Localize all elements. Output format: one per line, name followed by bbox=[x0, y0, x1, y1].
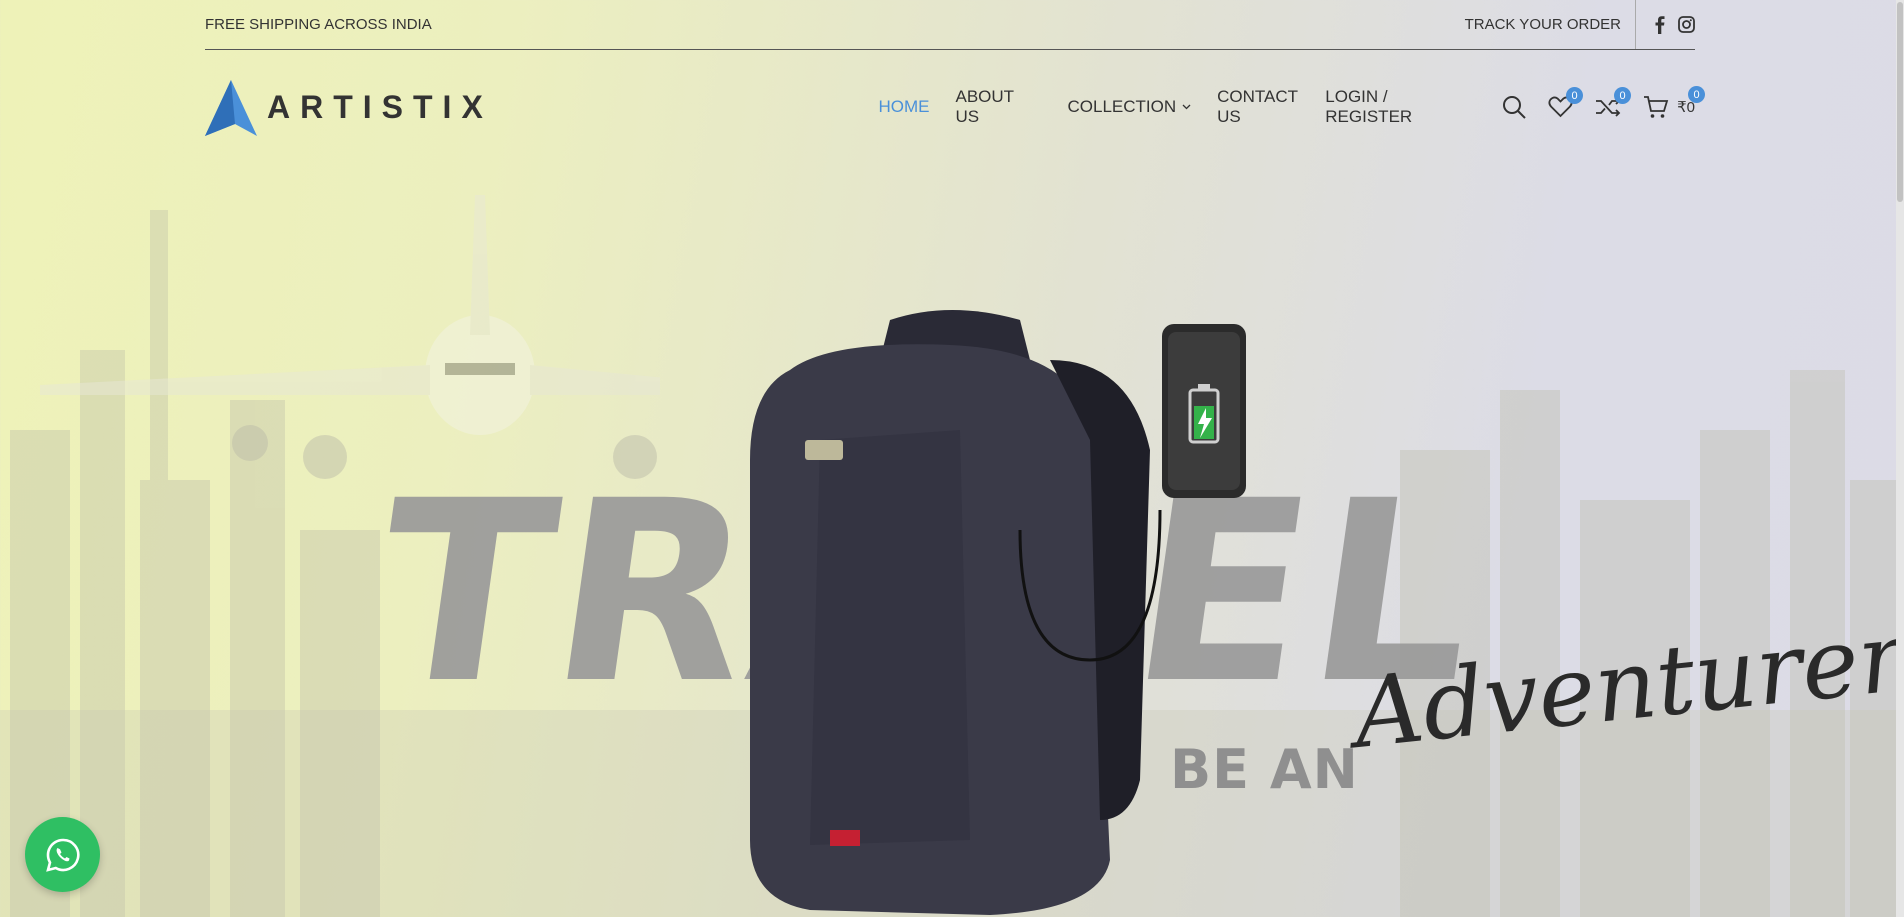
nav-about-us[interactable]: ABOUT US bbox=[956, 87, 1042, 127]
wishlist-count-badge: 0 bbox=[1566, 87, 1584, 104]
backpack-image bbox=[750, 310, 1162, 915]
logo-mark-icon bbox=[205, 80, 257, 136]
whatsapp-chat-button[interactable] bbox=[25, 817, 100, 892]
instagram-icon[interactable] bbox=[1678, 16, 1695, 33]
hero-subtitle-be-an: BE AN bbox=[1170, 738, 1359, 801]
main-navigation: ARTISTIX HOME ABOUT US COLLECTION CONTAC… bbox=[205, 72, 1705, 142]
nav-home[interactable]: HOME bbox=[879, 97, 930, 117]
header-actions: LOGIN / REGISTER 0 0 0 ₹0 bbox=[1325, 86, 1705, 127]
social-links bbox=[1636, 15, 1695, 34]
nav-collection-label: COLLECTION bbox=[1067, 97, 1177, 116]
cart-button[interactable]: 0 ₹0 bbox=[1643, 86, 1705, 119]
search-icon[interactable] bbox=[1502, 95, 1526, 119]
primary-menu: HOME ABOUT US COLLECTION CONTACT US bbox=[879, 87, 1326, 127]
track-order-link[interactable]: TRACK YOUR ORDER bbox=[1465, 0, 1636, 49]
login-register-link[interactable]: LOGIN / REGISTER bbox=[1325, 87, 1478, 127]
wishlist-button[interactable]: 0 bbox=[1548, 87, 1584, 118]
compare-button[interactable]: 0 bbox=[1595, 87, 1632, 118]
phone-charging-image bbox=[1162, 324, 1246, 498]
nav-contact-us[interactable]: CONTACT US bbox=[1217, 87, 1325, 127]
site-logo[interactable]: ARTISTIX bbox=[205, 78, 684, 136]
cart-count-badge: 0 bbox=[1688, 86, 1705, 103]
cart-icon bbox=[1644, 96, 1669, 118]
compare-count-badge: 0 bbox=[1614, 87, 1632, 104]
chevron-down-icon bbox=[1182, 104, 1191, 110]
nav-collection[interactable]: COLLECTION bbox=[1067, 97, 1191, 117]
logo-text: ARTISTIX bbox=[267, 88, 493, 125]
scrollbar-thumb[interactable] bbox=[1897, 2, 1903, 202]
shipping-notice: FREE SHIPPING ACROSS INDIA bbox=[205, 16, 432, 33]
page-scrollbar[interactable] bbox=[1896, 0, 1904, 917]
facebook-icon[interactable] bbox=[1654, 15, 1666, 34]
top-bar: FREE SHIPPING ACROSS INDIA TRACK YOUR OR… bbox=[205, 0, 1695, 50]
whatsapp-icon bbox=[45, 838, 80, 872]
